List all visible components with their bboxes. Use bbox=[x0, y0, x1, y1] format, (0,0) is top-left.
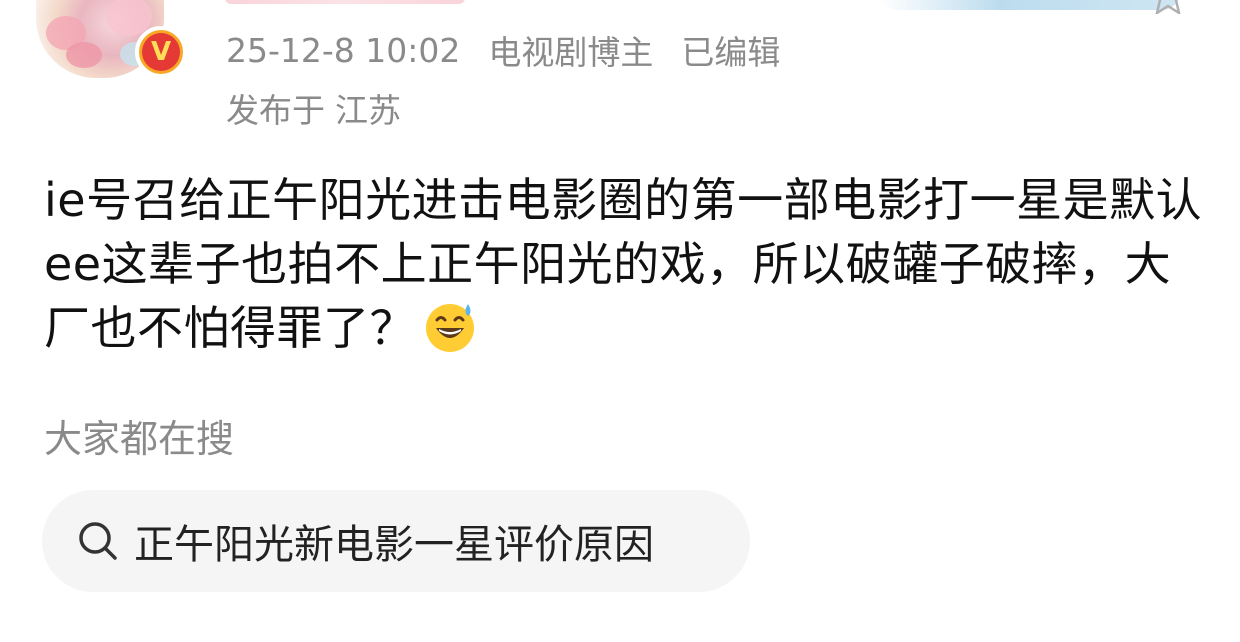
verified-badge-icon: V bbox=[135, 26, 187, 78]
verified-badge-letter: V bbox=[142, 33, 180, 71]
star-icon[interactable] bbox=[1148, 0, 1188, 14]
header-decoration bbox=[880, 0, 1180, 10]
username-cropped[interactable] bbox=[225, 0, 465, 4]
trending-label: 大家都在搜 bbox=[44, 417, 235, 461]
author-avatar-group[interactable]: V bbox=[36, 0, 187, 82]
post-content: ie号召给正午阳光进击电影圈的第一部电影打一星是默认ee这辈子也拍不上正午阳光的… bbox=[44, 168, 1204, 360]
post-timestamp: 25-12-8 10:02 bbox=[226, 30, 461, 70]
post-location: 发布于 江苏 bbox=[226, 86, 401, 130]
post-text: ie号召给正午阳光进击电影圈的第一部电影打一星是默认ee这辈子也拍不上正午阳光的… bbox=[44, 173, 1203, 355]
weibo-post-view: V 25-12-8 10:02 电视剧博主 已编辑 发布于 江苏 ie号召给正午… bbox=[0, 0, 1240, 642]
trending-search-query: 正午阳光新电影一星评价原因 bbox=[134, 522, 654, 568]
location-prefix: 发布于 bbox=[226, 91, 325, 130]
location-name: 江苏 bbox=[335, 91, 401, 130]
trending-search-chip[interactable]: 正午阳光新电影一星评价原因 bbox=[42, 490, 750, 592]
author-tag: 电视剧博主 bbox=[488, 33, 654, 72]
search-icon bbox=[79, 522, 117, 560]
sweat-smile-emoji-icon bbox=[426, 304, 474, 352]
post-meta: 25-12-8 10:02 电视剧博主 已编辑 bbox=[226, 26, 780, 74]
edited-label[interactable]: 已编辑 bbox=[681, 26, 780, 74]
